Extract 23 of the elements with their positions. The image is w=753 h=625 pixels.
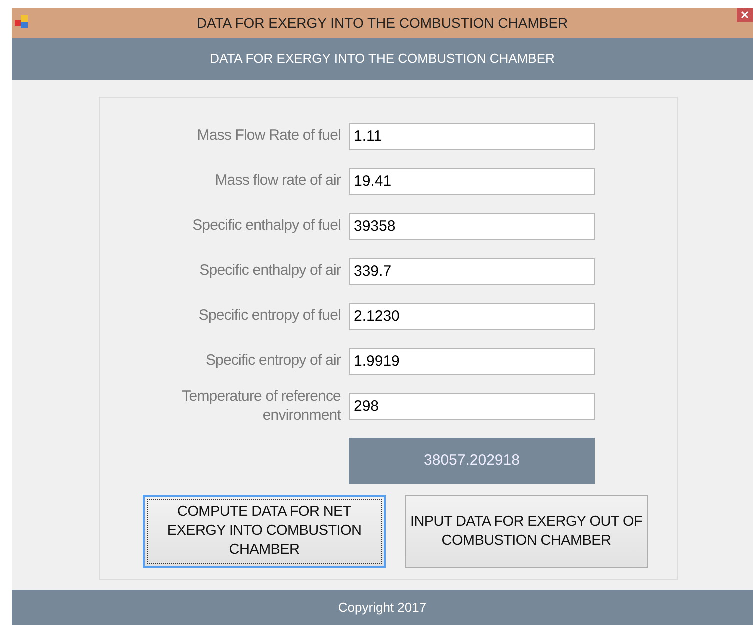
field-label: Mass Flow Rate of fuel — [196, 127, 342, 146]
close-icon — [741, 11, 749, 19]
input-field[interactable]: 298 — [349, 393, 595, 420]
result-display: 38057.202918 — [349, 438, 595, 484]
compute-button[interactable]: COMPUTE DATA FOR NET EXERGY INTO COMBUSTION CHAMBER — [143, 495, 386, 568]
field-label: Specific entropy of air — [204, 352, 342, 371]
field-label: Specific enthalpy of fuel — [192, 217, 342, 236]
input-field[interactable]: 339.7 — [349, 258, 595, 285]
input-field[interactable]: 1.9919 — [349, 348, 595, 375]
input-field[interactable]: 39358 — [349, 213, 595, 240]
copyright-text: Copyright 2017 — [338, 598, 427, 617]
input-field[interactable]: 2.1230 — [349, 303, 595, 330]
header-title: DATA FOR EXERGY INTO THE COMBUSTION CHAMBER — [210, 50, 555, 68]
field-label: Specific entropy of fuel — [198, 307, 342, 326]
field-label: Specific enthalpy of air — [198, 262, 342, 281]
field-label: Temperature of reference environment — [181, 388, 342, 426]
input-field[interactable]: 1.11 — [349, 123, 595, 150]
input-field[interactable]: 19.41 — [349, 168, 595, 195]
close-button[interactable] — [737, 8, 753, 22]
field-label: Mass flow rate of air — [214, 172, 342, 191]
window-title: DATA FOR EXERGY INTO THE COMBUSTION CHAMBER — [196, 14, 568, 32]
app-icon — [15, 15, 29, 29]
next-button[interactable]: INPUT DATA FOR EXERGY OUT OF COMBUSTION CHAMBER — [405, 495, 648, 568]
